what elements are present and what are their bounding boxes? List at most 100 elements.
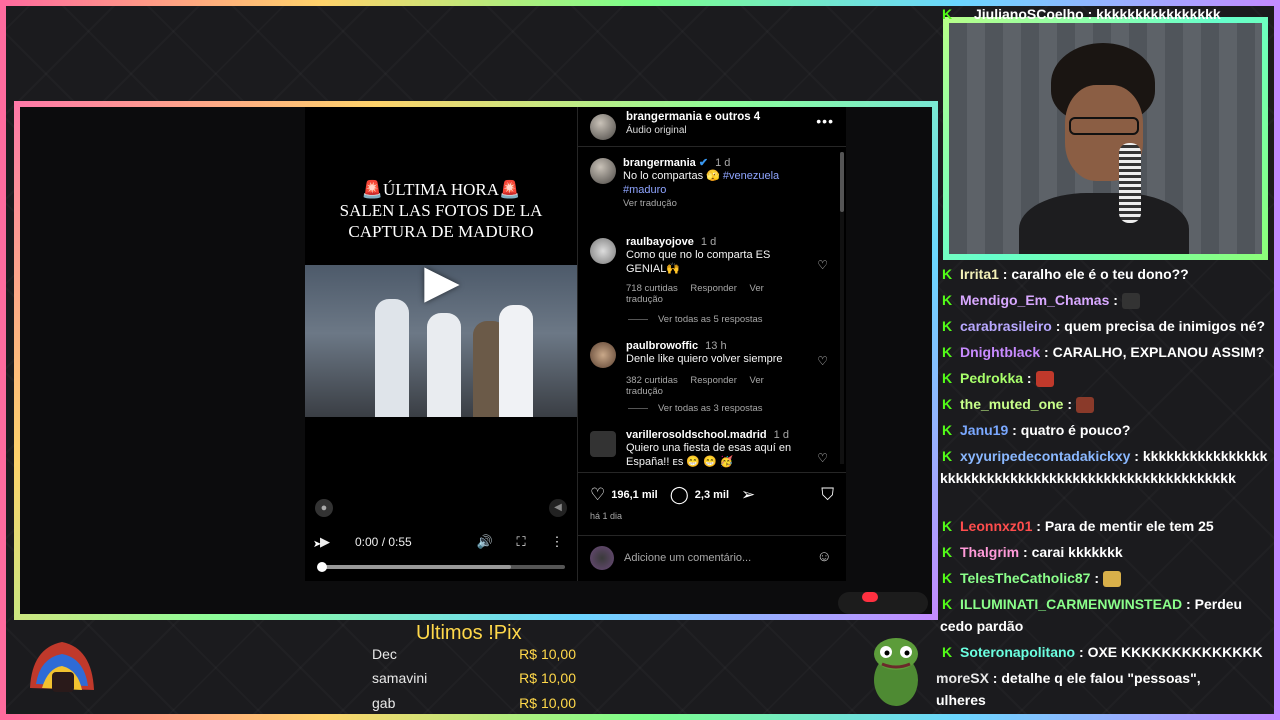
controls-row: ▶ 0:00 / 0:55 🔊 ⛶ ⋮	[313, 531, 569, 553]
heart-icon[interactable]: ♡	[817, 451, 828, 465]
chat-user[interactable]: Leonnxz01	[960, 518, 1032, 534]
notification-bubble[interactable]	[838, 592, 928, 614]
view-replies-link[interactable]: Ver todas as 3 respostas	[628, 403, 763, 414]
verified-icon: ✔	[698, 157, 709, 169]
chat-user[interactable]: Janu19	[960, 422, 1008, 438]
emoji-icon[interactable]: ☺	[817, 548, 832, 565]
chat-text: quatro é pouco?	[1020, 422, 1131, 438]
scrub-knob[interactable]	[317, 562, 327, 572]
video-scrubber[interactable]	[317, 562, 565, 572]
play-overlay-icon[interactable]: ▶	[416, 255, 468, 307]
heart-icon[interactable]: ♡	[817, 258, 828, 272]
caption-text-value: No lo compartas 🫣	[623, 170, 720, 182]
chat-user[interactable]: Irrita1	[960, 266, 999, 282]
chat-message: K Leonnxz01 : Para de mentir ele tem 25	[940, 515, 1274, 537]
comments-scrollbar[interactable]	[840, 152, 844, 464]
chat-user[interactable]: JiulianoSCoelho	[974, 6, 1084, 22]
kick-badge-icon: K	[941, 396, 953, 412]
pix-name: gab	[372, 695, 396, 711]
like-icon[interactable]: ♡	[590, 485, 605, 505]
audio-label[interactable]: Áudio original	[626, 125, 687, 136]
comment-user[interactable]: raulbayojove	[626, 236, 694, 248]
pix-name: Dec	[372, 646, 397, 662]
comment-time: 1 d	[773, 429, 789, 441]
chat-user[interactable]: TelesTheCatholic87	[960, 570, 1090, 586]
chat-user[interactable]: Mendigo_Em_Chamas	[960, 292, 1109, 308]
chat-user[interactable]: Dnightblack	[960, 344, 1040, 360]
more-icon[interactable]: •••	[816, 113, 834, 129]
share-icon[interactable]: ➢	[741, 485, 755, 505]
kick-badge-icon: K	[941, 292, 953, 308]
comment-user[interactable]: paulbrowoffic	[626, 340, 698, 352]
avatar[interactable]	[590, 158, 616, 184]
pix-name: samavini	[372, 670, 428, 686]
pepe-emote-icon	[874, 638, 918, 706]
chat-user[interactable]: moreSX	[936, 670, 989, 686]
hashtag[interactable]: #venezuela	[723, 170, 779, 182]
comment-user[interactable]: varillerosoldschool.madrid	[626, 429, 767, 441]
post-date: há 1 dia	[590, 511, 623, 521]
main-video-frame: 🚨ÚLTIMA HORA🚨 SALEN LAS FOTOS DE LA CAPT…	[14, 101, 938, 620]
comment-header: paulbrowoffic 13 h	[626, 340, 812, 352]
chat-user[interactable]: ILLUMINATI_CARMENWINSTEAD	[960, 596, 1182, 612]
chat-message: K ILLUMINATI_CARMENWINSTEAD : Perdeu cedo…	[940, 593, 1268, 637]
chat-message: K Soteronapolitano : OXE KKKKKKKKKKKKKK	[940, 641, 1274, 663]
chat-text: kkkkkkkkkkkkkkkk	[1096, 6, 1221, 22]
avatar[interactable]	[590, 342, 616, 368]
like-count[interactable]: 718 curtidas	[626, 283, 678, 294]
comment-time: 13 h	[705, 340, 727, 352]
volume-icon[interactable]: 🔊	[473, 534, 497, 550]
comment-icon[interactable]: ◯	[670, 485, 689, 505]
chat-message: Kcarabrasileiro : quem precisa de inimig…	[940, 315, 1274, 337]
chat-panel: K JiulianoSCoelho : kkkkkkkkkkkkkkkk K Irr…	[936, 0, 1274, 720]
chat-message: K Pedrokka :	[940, 367, 1274, 389]
user-tag-icon[interactable]: ●	[315, 499, 333, 517]
see-translation[interactable]: Ver tradução	[623, 198, 832, 209]
chat-user[interactable]: carabrasileiro	[960, 318, 1052, 334]
chat-user[interactable]: Thalgrim	[960, 544, 1019, 560]
chat-user[interactable]: xyyuripedecontadakickxy	[960, 448, 1130, 464]
mouse-cursor-icon: ➤	[313, 539, 322, 550]
comment-meta: 382 curtidas Responder Ver tradução	[626, 375, 812, 397]
comment-item: raulbayojove 1 d Como que no lo comparta…	[590, 236, 832, 305]
heart-icon[interactable]: ♡	[817, 354, 828, 368]
instagram-comments-panel: brangermania e outros 4 Áudio original •…	[577, 107, 846, 581]
reply-button[interactable]: Responder	[690, 283, 736, 294]
avatar[interactable]	[590, 238, 616, 264]
chat-user[interactable]: Soteronapolitano	[960, 644, 1075, 660]
chat-message: K JiulianoSCoelho : kkkkkkkkkkkkkkkk	[940, 3, 1274, 25]
hashtag[interactable]: #maduro	[623, 184, 666, 196]
reply-button[interactable]: Responder	[690, 375, 736, 386]
scrollbar-thumb[interactable]	[840, 152, 844, 212]
figure-shape	[499, 305, 533, 417]
figure-shape	[375, 299, 409, 417]
likes-count[interactable]: 196,1 mil	[611, 489, 657, 501]
comment-text: Quiero una fiesta de esas aquí en España…	[626, 442, 792, 468]
figure-shape	[427, 313, 461, 417]
chat-message: K Mendigo_Em_Chamas :	[940, 289, 1274, 311]
comments-list: brangermania ✔ 1 d No lo compartas 🫣 #ve…	[578, 148, 846, 470]
chat-user[interactable]: the_muted_one	[960, 396, 1063, 412]
view-replies-link[interactable]: Ver todas as 5 respostas	[628, 314, 763, 325]
avatar[interactable]	[590, 431, 616, 457]
caption-user[interactable]: brangermania	[623, 157, 696, 169]
kick-badge-icon: K	[941, 644, 953, 660]
fullscreen-icon[interactable]: ⛶	[509, 534, 533, 550]
video-controls: ▶ 0:00 / 0:55 🔊 ⛶ ⋮	[305, 527, 577, 581]
reel-video[interactable]: 🚨ÚLTIMA HORA🚨 SALEN LAS FOTOS DE LA CAPT…	[305, 107, 577, 581]
bookmark-icon[interactable]: ⛉	[821, 485, 834, 505]
video-title-line2: SALEN LAS FOTOS DE LA	[339, 201, 543, 220]
avatar[interactable]	[590, 114, 616, 140]
volume-muted-icon[interactable]: ◀	[549, 499, 567, 517]
post-author[interactable]: brangermania e outros 4	[626, 111, 760, 123]
chat-user[interactable]: Pedrokka	[960, 370, 1023, 386]
browser-screen: 🚨ÚLTIMA HORA🚨 SALEN LAS FOTOS DE LA CAPT…	[20, 107, 932, 614]
comment-input[interactable]: Adicione um comentário...	[624, 552, 751, 564]
video-title-line1: 🚨ÚLTIMA HORA🚨	[361, 180, 521, 199]
like-count[interactable]: 382 curtidas	[626, 375, 678, 386]
actions-row: ♡ 196,1 mil ◯ 2,3 mil ➢ ⛉	[590, 485, 834, 505]
more-options-icon[interactable]: ⋮	[545, 534, 569, 550]
notification-dot	[862, 592, 878, 602]
comment-body: paulbrowoffic 13 h Denle like quiero vol…	[626, 340, 812, 397]
chat-text: caralho ele é o teu dono??	[1011, 266, 1189, 282]
